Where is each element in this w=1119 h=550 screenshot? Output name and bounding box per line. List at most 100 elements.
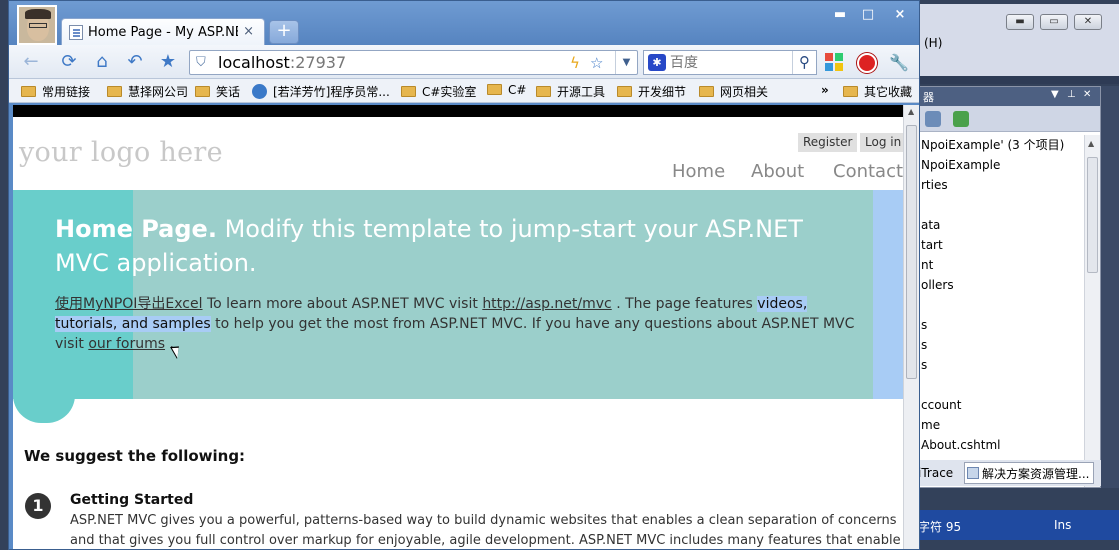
bookmark-overflow-icon[interactable]: »: [821, 83, 829, 97]
window-maximize-button[interactable]: □: [855, 7, 881, 22]
ide-menu-help[interactable]: (H): [924, 36, 942, 50]
scroll-up-icon[interactable]: ▲: [908, 107, 914, 116]
scroll-thumb[interactable]: [1087, 157, 1098, 273]
solution-explorer-scrollbar[interactable]: ▲ ▼: [1084, 135, 1100, 487]
bookmark-folder[interactable]: C#实验室: [401, 83, 476, 100]
address-url[interactable]: localhost:27937: [218, 53, 346, 72]
bookmark-folder[interactable]: 开源工具: [536, 83, 605, 100]
hero-selection-highlight: [873, 190, 903, 399]
bookmark-folder[interactable]: C#: [487, 83, 526, 97]
tab-solution-explorer[interactable]: 解决方案资源管理...: [964, 462, 1095, 484]
solution-tree: NpoiExample' (3 个项目) NpoiExample rties a…: [919, 135, 1085, 455]
ide-minimize-button[interactable]: ▬: [1006, 14, 1034, 30]
panel-close-icon[interactable]: ✕: [1083, 89, 1091, 100]
bookmark-label: C#实验室: [422, 85, 477, 99]
npoi-export-link[interactable]: 使用MyNPOI导出Excel: [55, 296, 203, 312]
page-scroll-thumb[interactable]: [906, 125, 917, 379]
bookmark-star-icon[interactable]: ☆: [590, 54, 603, 72]
aspnet-mvc-link[interactable]: http://asp.net/mvc: [482, 296, 611, 312]
panel-pin-icon[interactable]: ⊥: [1067, 89, 1076, 100]
bookmark-label: 开发细节: [638, 85, 687, 99]
bookmark-folder[interactable]: 开发细节: [617, 83, 686, 100]
home-icon[interactable]: ⌂: [90, 51, 114, 73]
undo-icon[interactable]: ↶: [123, 51, 147, 73]
nav-contact-link[interactable]: Contact: [833, 161, 903, 182]
tree-item[interactable]: ata: [919, 215, 1085, 235]
browser-navbar: ← ⟳ ⌂ ↶ ★ ⛉ localhost:27937 ϟ ☆ ▼ ✱ ⚲ 🔧: [9, 45, 919, 79]
search-icon[interactable]: ⚲: [792, 51, 816, 74]
browser-tab-active[interactable]: Home Page - My ASP.NET ×: [61, 18, 265, 46]
tree-item[interactable]: About.cshtml: [919, 435, 1085, 455]
refresh-icon[interactable]: ⟳: [57, 51, 81, 73]
tree-item[interactable]: s: [919, 335, 1085, 355]
user-avatar[interactable]: [17, 5, 57, 45]
tree-item[interactable]: [919, 195, 1085, 215]
view-class-diagram-icon[interactable]: [925, 111, 941, 127]
solution-explorer-panel: 器 ▼ ⊥ ✕ NpoiExample' (3 个项目) NpoiExample…: [918, 86, 1101, 488]
hero-featured-section: Home Page. Modify this template to jump-…: [13, 190, 903, 399]
tab-intellitrace[interactable]: iTrace: [918, 462, 953, 484]
bookmark-label: C#: [508, 83, 527, 97]
tree-item[interactable]: ollers: [919, 275, 1085, 295]
hero-text: To learn more about ASP.NET MVC visit: [206, 296, 478, 312]
favorites-star-icon[interactable]: ★: [156, 51, 180, 73]
step-number-badge: 1: [25, 493, 51, 519]
tree-item[interactable]: nt: [919, 255, 1085, 275]
tree-item[interactable]: s: [919, 315, 1085, 335]
scroll-up-icon[interactable]: ▲: [1088, 139, 1094, 148]
lightning-icon[interactable]: ϟ: [570, 54, 580, 72]
solution-explorer-toolbar: [919, 106, 1100, 132]
ide-maximize-button[interactable]: ▭: [1040, 14, 1068, 30]
bookmark-folder[interactable]: 网页相关: [699, 83, 768, 100]
login-link[interactable]: Log in: [860, 133, 907, 152]
tools-wrench-icon[interactable]: 🔧: [889, 53, 909, 73]
ide-close-button[interactable]: ✕: [1074, 14, 1102, 30]
tree-item[interactable]: rties: [919, 175, 1085, 195]
back-icon[interactable]: ←: [19, 51, 43, 73]
page-viewport: your logo here Register Log in Home Abou…: [13, 105, 919, 549]
adblock-stop-icon[interactable]: [857, 53, 877, 73]
page-top-border: [13, 105, 903, 117]
tree-item[interactable]: NpoiExample: [919, 155, 1085, 175]
tree-item[interactable]: ccount: [919, 395, 1085, 415]
bookmark-label: 开源工具: [557, 85, 606, 99]
site-logo[interactable]: your logo here: [19, 137, 223, 168]
refresh-icon[interactable]: [953, 111, 969, 127]
panel-dropdown-icon[interactable]: ▼: [1051, 89, 1059, 100]
window-minimize-button[interactable]: ▬: [827, 7, 853, 22]
tree-item[interactable]: s: [919, 355, 1085, 375]
tree-item[interactable]: [919, 375, 1085, 395]
bookmark-folder[interactable]: 慧择网公司: [107, 83, 188, 100]
tree-item[interactable]: me: [919, 415, 1085, 435]
tree-item[interactable]: NpoiExample' (3 个项目): [919, 135, 1085, 155]
address-dropdown-icon[interactable]: ▼: [615, 51, 637, 74]
url-host: localhost: [218, 53, 290, 72]
tab-solution-label: 解决方案资源管理...: [982, 467, 1090, 481]
folder-icon: [487, 84, 502, 95]
new-tab-button[interactable]: +: [269, 20, 299, 44]
search-input[interactable]: [670, 54, 780, 72]
baidu-paw-icon[interactable]: ✱: [648, 54, 666, 71]
bookmark-link[interactable]: [若洋芳竹]程序员常...: [252, 83, 390, 100]
folder-icon: [699, 86, 714, 97]
nav-about-link[interactable]: About: [751, 161, 804, 182]
address-bar[interactable]: ⛉ localhost:27937 ϟ ☆ ▼: [189, 50, 638, 75]
nav-home-link[interactable]: Home: [672, 161, 725, 182]
forums-link[interactable]: our forums: [88, 336, 165, 352]
web-link-icon: [252, 84, 267, 99]
bookmark-folder[interactable]: 笑话: [195, 83, 240, 100]
ide-statusbar: 字符 95 Ins: [918, 510, 1119, 540]
bookmark-label: 网页相关: [720, 85, 769, 99]
bookmark-label: 笑话: [216, 85, 241, 99]
suggest-heading: We suggest the following:: [24, 447, 246, 465]
bookmark-folder-other[interactable]: 其它收藏: [843, 83, 912, 100]
window-close-button[interactable]: ×: [887, 7, 913, 22]
register-link[interactable]: Register: [798, 133, 858, 152]
tab-close-icon[interactable]: ×: [243, 24, 254, 39]
tree-item[interactable]: tart: [919, 235, 1085, 255]
bookmark-folder[interactable]: 常用链接: [21, 83, 90, 100]
page-scrollbar[interactable]: ▲: [903, 105, 919, 549]
search-box[interactable]: ✱ ⚲: [643, 50, 817, 75]
tree-item[interactable]: [919, 295, 1085, 315]
apps-grid-icon[interactable]: [825, 53, 845, 73]
